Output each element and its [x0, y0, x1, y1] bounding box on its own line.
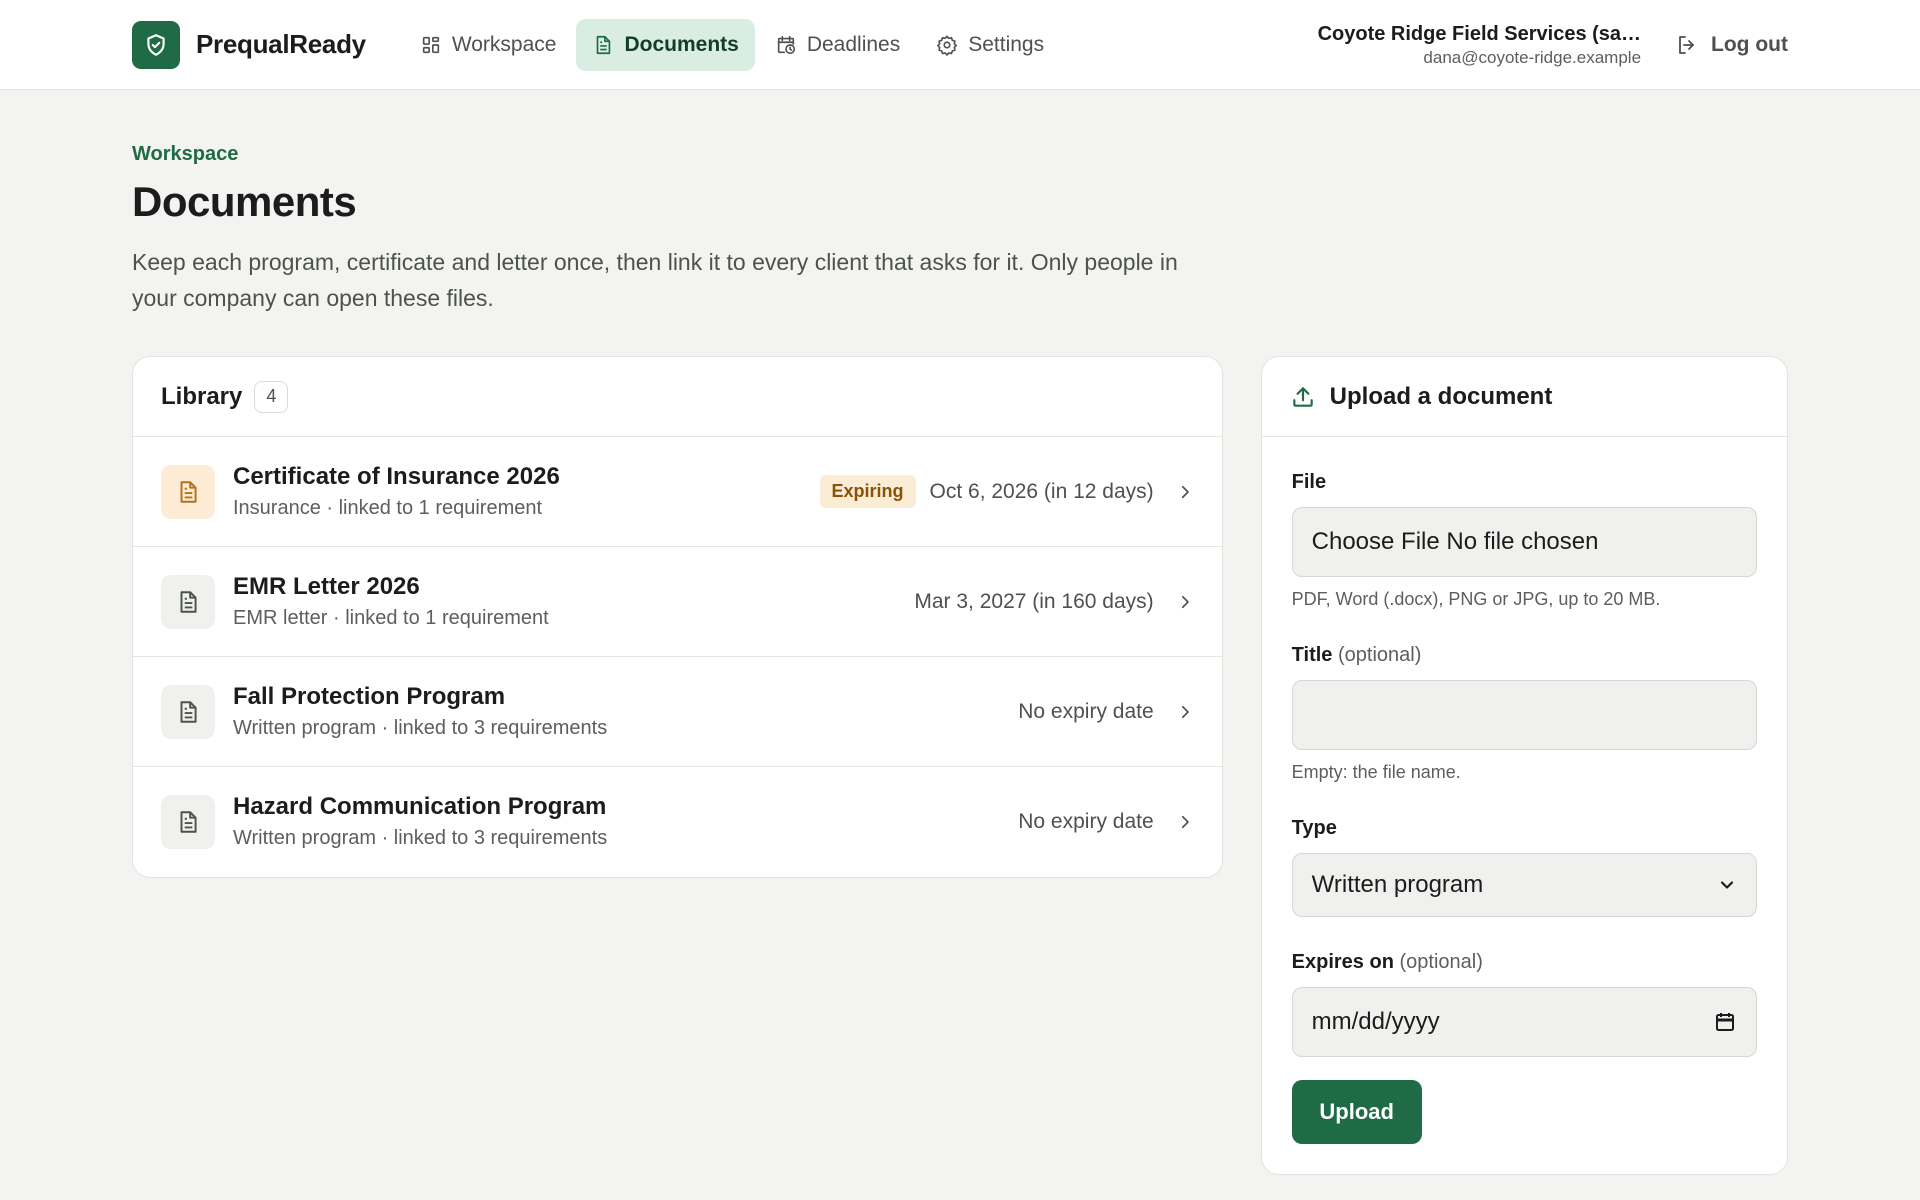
library-card: Library 4 Certificate of Insurance 2026 … [132, 356, 1223, 878]
nav-item-label: Workspace [451, 32, 557, 56]
shield-check-icon [132, 20, 180, 69]
document-title: Certificate of Insurance 2026 [233, 462, 560, 490]
nav-item-settings[interactable]: Settings [920, 19, 1060, 71]
upload-card: Upload a document File Choose File No fi… [1260, 356, 1788, 1175]
document-expiry-date: No expiry date [1018, 699, 1154, 723]
type-select[interactable]: Written program [1291, 853, 1757, 917]
library-count-badge: 4 [254, 380, 289, 413]
file-label: File [1291, 471, 1327, 493]
upload-button[interactable]: Upload [1291, 1080, 1422, 1144]
document-row[interactable]: EMR Letter 2026 EMR letter · linked to 1… [133, 547, 1222, 657]
title-label-text: Title [1291, 644, 1333, 666]
document-text: Fall Protection Program Written program … [233, 681, 1018, 743]
document-text: EMR Letter 2026 EMR letter · linked to 1… [233, 571, 914, 633]
grid-icon [422, 36, 439, 53]
main-content: Workspace Documents Keep each program, c… [0, 143, 1920, 1175]
brand-name: PrequalReady [196, 29, 366, 59]
document-text: Certificate of Insurance 2026 Insurance … [233, 461, 820, 523]
content-columns: Library 4 Certificate of Insurance 2026 … [132, 356, 1788, 1175]
library-title: Library [161, 382, 243, 410]
document-text: Hazard Communication Program Written pro… [233, 791, 1018, 853]
chevron-right-icon [1181, 595, 1189, 608]
page-description: Keep each program, certificate and lette… [132, 249, 1178, 311]
expires-label-text: Expires on [1291, 951, 1394, 973]
type-select-value: Written program [1311, 871, 1484, 898]
title-label: Title (optional) [1292, 644, 1757, 667]
chevron-down-icon [1720, 881, 1734, 889]
logout-label: Log out [1711, 32, 1788, 56]
calendar-clock-icon [777, 35, 795, 54]
logout-button[interactable]: Log out [1675, 33, 1788, 57]
type-label: Type [1291, 817, 1337, 839]
page-title: Documents [132, 178, 357, 225]
document-expiry-date: Oct 6, 2026 (in 12 days) [929, 479, 1154, 503]
document-icon [161, 795, 215, 849]
breadcrumb[interactable]: Workspace [132, 143, 1788, 166]
upload-header: Upload a document [1261, 357, 1787, 437]
expires-date-input[interactable]: mm/dd/yyyy [1291, 987, 1757, 1057]
document-icon [161, 574, 215, 629]
expires-date-placeholder: mm/dd/yyyy [1311, 1008, 1440, 1035]
document-title: EMR Letter 2026 [233, 572, 420, 600]
document-meta: EMR letter · linked to 1 requirement [233, 606, 549, 629]
account-email: dana@coyote-ridge.example [1423, 47, 1642, 67]
title-input[interactable] [1291, 680, 1757, 750]
document-meta: Written program · linked to 3 requiremen… [233, 716, 608, 739]
gear-icon [937, 34, 958, 56]
main-nav: Workspace Documents Deadlines Settings [404, 18, 1060, 71]
file-hint: PDF, Word (.docx), PNG or JPG, up to 20 … [1291, 589, 1661, 609]
file-input-value: Choose File No file chosen [1311, 528, 1599, 555]
nav-item-workspace[interactable]: Workspace [404, 19, 573, 71]
brand[interactable]: PrequalReady [132, 20, 366, 69]
account-name: Coyote Ridge Field Services (sa… [1317, 22, 1642, 45]
chevron-right-icon [1181, 705, 1189, 718]
file-input[interactable]: Choose File No file chosen [1291, 507, 1757, 577]
logout-icon [1679, 35, 1694, 54]
document-icon [597, 35, 611, 54]
nav-item-label: Deadlines [806, 32, 901, 56]
document-meta: Written program · linked to 3 requiremen… [233, 827, 608, 849]
expires-optional-text: (optional) [1399, 951, 1483, 973]
nav-item-label: Documents [624, 32, 739, 56]
expires-label: Expires on (optional) [1292, 951, 1757, 974]
top-navigation-bar: PrequalReady Workspace Documents Deadlin… [0, 0, 1920, 90]
document-row[interactable]: Fall Protection Program Written program … [133, 657, 1222, 767]
nav-item-label: Settings [968, 32, 1045, 56]
document-row[interactable]: Certificate of Insurance 2026 Insurance … [133, 437, 1222, 547]
chevron-right-icon [1181, 815, 1189, 829]
document-title: Fall Protection Program [233, 682, 506, 710]
nav-item-documents[interactable]: Documents [576, 18, 755, 71]
document-expiry-date: Mar 3, 2027 (in 160 days) [914, 589, 1154, 613]
document-title: Hazard Communication Program [233, 793, 607, 820]
title-optional-text: (optional) [1337, 644, 1422, 666]
library-header: Library 4 [133, 357, 1222, 437]
calendar-icon[interactable] [1713, 1010, 1737, 1034]
upload-form: File Choose File No file chosen PDF, Wor… [1262, 471, 1787, 1144]
document-icon [161, 684, 215, 739]
document-row[interactable]: Hazard Communication Program Written pro… [133, 767, 1222, 877]
account-info: Coyote Ridge Field Services (sa… dana@co… [1318, 21, 1641, 69]
title-hint: Empty: the file name. [1291, 762, 1461, 782]
chevron-right-icon [1181, 485, 1189, 498]
upload-title: Upload a document [1329, 382, 1553, 410]
document-expiry-date: No expiry date [1018, 810, 1154, 833]
document-icon [161, 464, 215, 519]
nav-item-deadlines[interactable]: Deadlines [759, 19, 916, 71]
document-meta: Insurance · linked to 1 requirement [233, 496, 543, 519]
upload-icon [1292, 386, 1313, 407]
expiring-badge: Expiring [819, 475, 916, 508]
